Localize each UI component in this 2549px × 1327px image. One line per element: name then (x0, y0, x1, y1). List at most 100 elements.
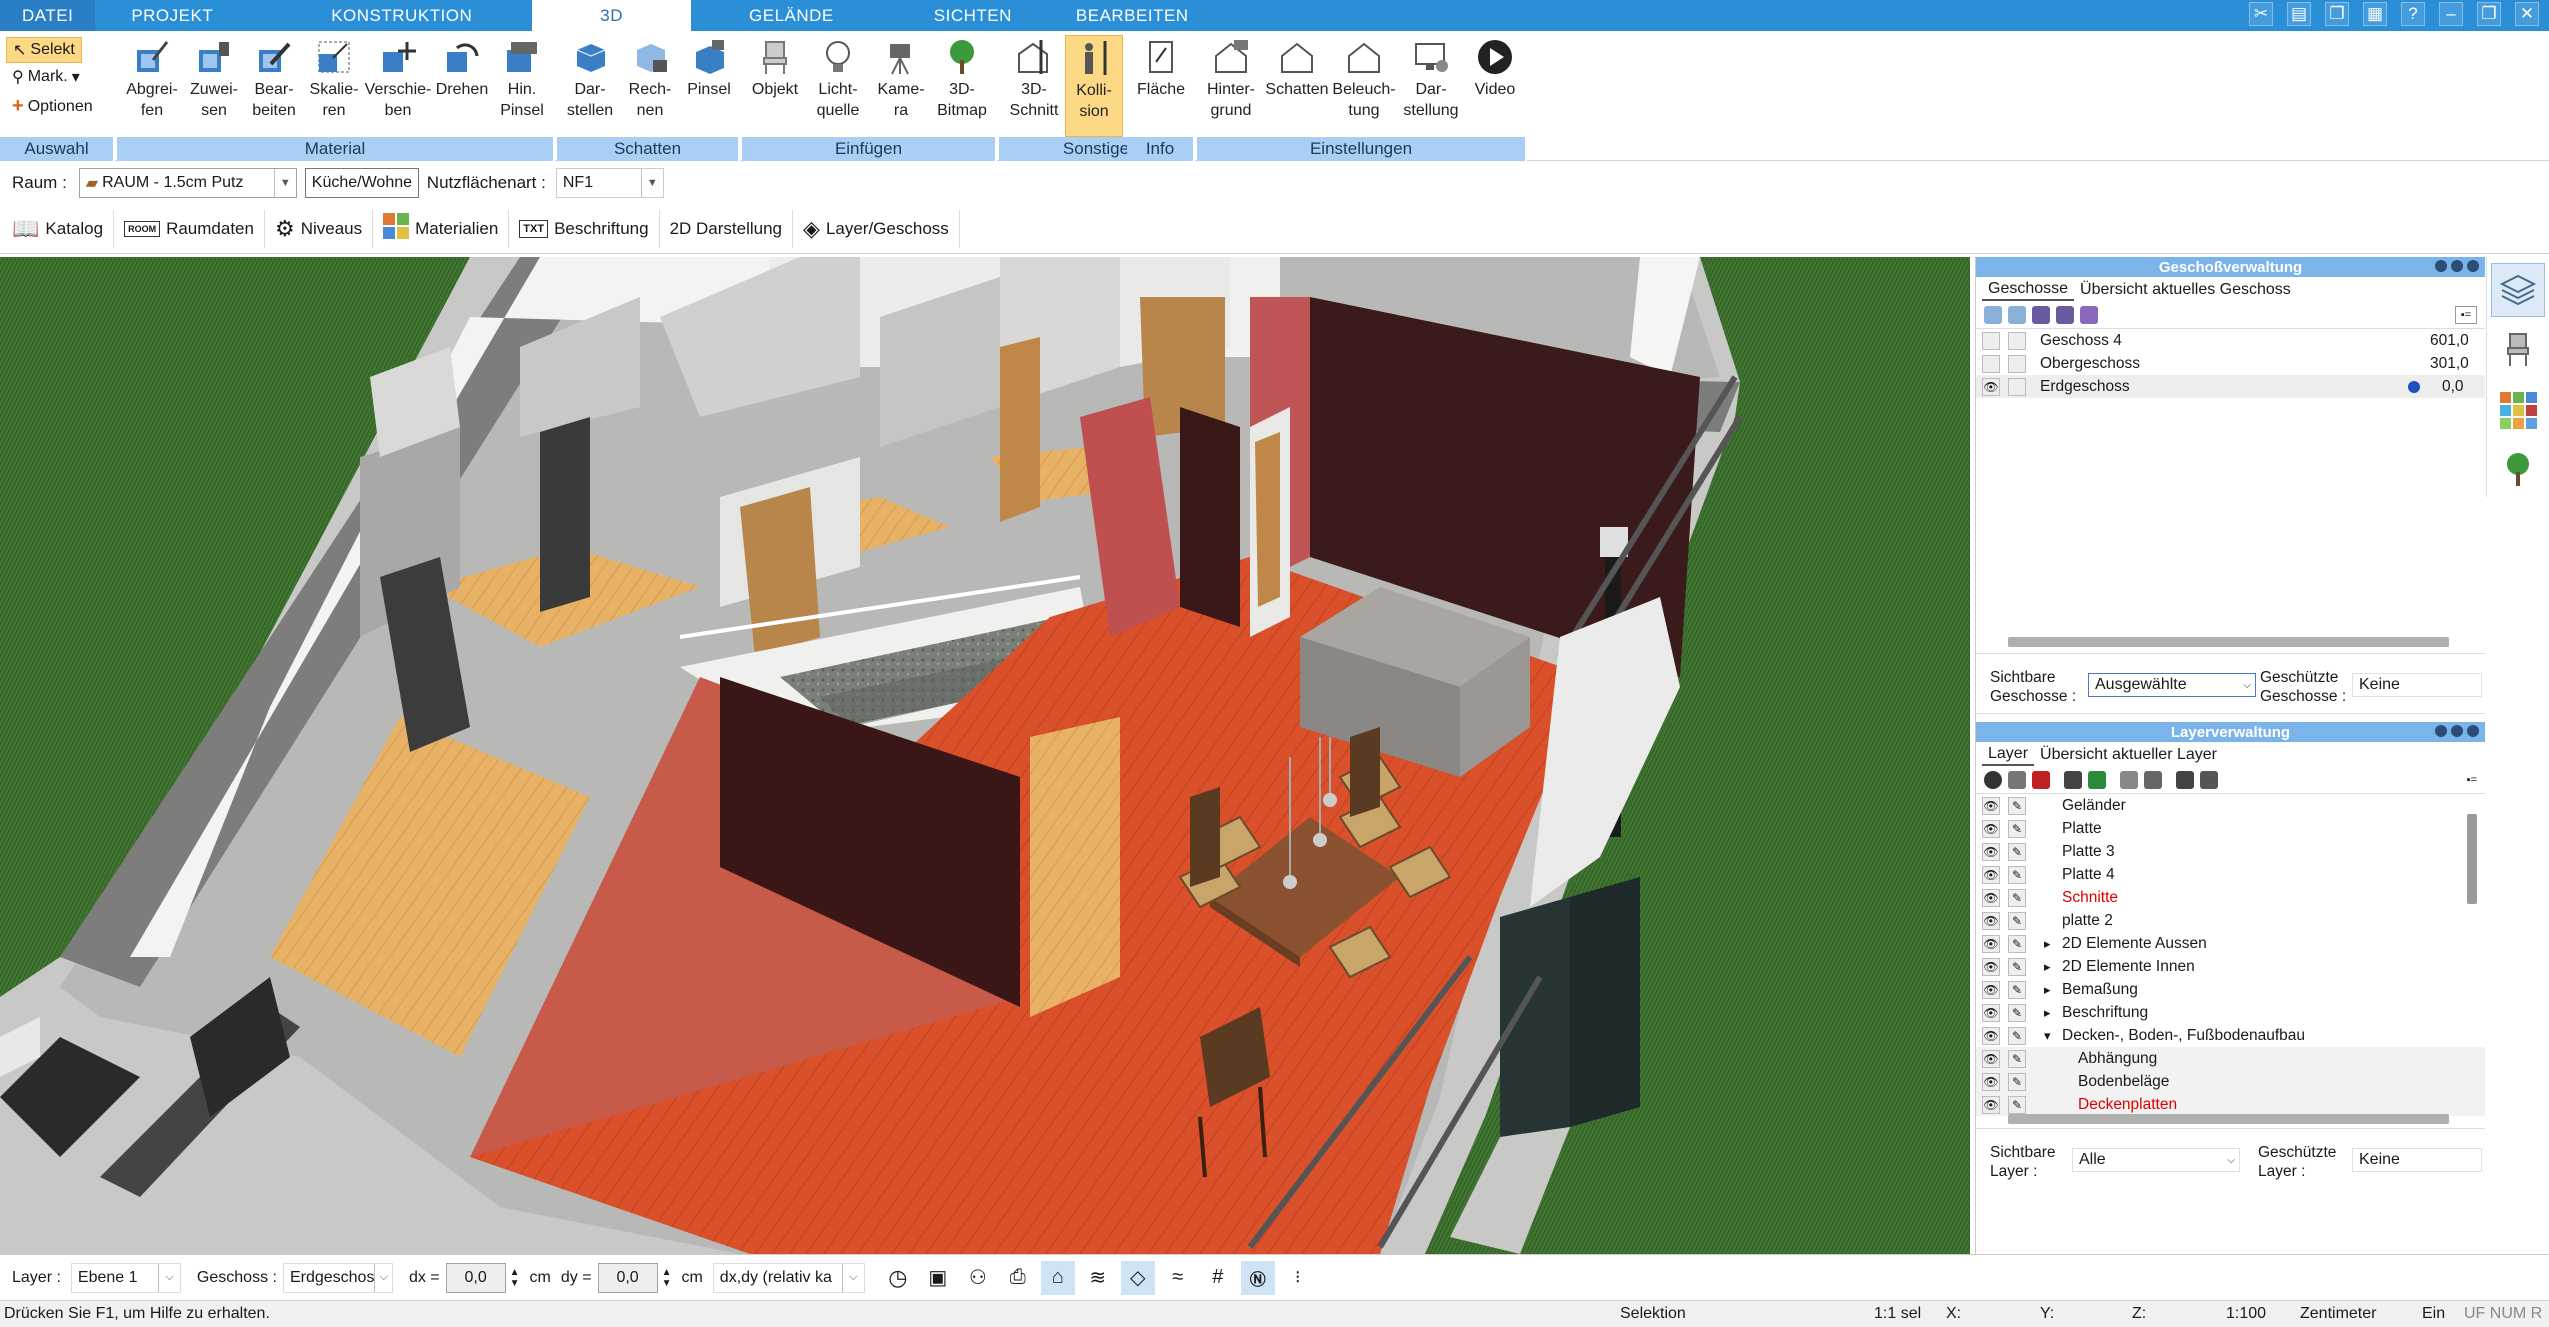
dy-input[interactable]: 0,0 (597, 1262, 658, 1293)
bitmap3d-button[interactable]: 3D- Bitmap (932, 37, 992, 121)
objekt-button[interactable]: Objekt (746, 37, 804, 100)
layer-red-icon[interactable] (2032, 770, 2050, 789)
tab-layer[interactable]: Layer (1982, 744, 2035, 766)
eye-icon[interactable]: 👁 (1982, 1072, 2000, 1091)
chair-icon[interactable] (2491, 323, 2545, 377)
walk-icon[interactable]: ⚇ (961, 1261, 995, 1295)
select-button[interactable]: ↖ Selekt (6, 37, 82, 63)
pin-icon[interactable] (2435, 260, 2447, 272)
grid-icon[interactable]: # (1201, 1261, 1235, 1295)
expand-icon[interactable]: ▸ (2044, 936, 2051, 952)
help-icon[interactable]: ? (2401, 2, 2425, 26)
menu-icon[interactable]: ▪= (2455, 305, 2477, 324)
close-icon[interactable] (2467, 725, 2479, 737)
dock-icon[interactable] (2451, 725, 2463, 737)
edit-toggle-icon[interactable]: ✎ (2008, 980, 2026, 999)
verschieben-button[interactable]: Verschie- ben (365, 37, 431, 121)
edit-toggle-icon[interactable]: ✎ (2008, 819, 2026, 838)
eye-icon[interactable]: 👁 (1982, 934, 2000, 953)
raum-select[interactable]: ▰ RAUM - 1.5cm Putz ▼ (78, 168, 297, 198)
edit-toggle-icon[interactable]: ✎ (2008, 1003, 2026, 1022)
delete-floor-icon[interactable] (2080, 305, 2098, 324)
list-item[interactable]: Geschoss 4 601,0 (1976, 329, 2485, 352)
eye-icon[interactable]: 👁 (1982, 1095, 2000, 1114)
layer-lock-icon[interactable] (2200, 770, 2218, 789)
mark-button[interactable]: ⚲ Mark. ▾ (6, 65, 86, 89)
expand-icon[interactable]: ▸ (2044, 1005, 2051, 1021)
schatten-pinsel-button[interactable]: Pinsel (681, 37, 737, 100)
room-name-input[interactable]: Küche/Wohne (304, 168, 419, 198)
close-icon[interactable] (2467, 260, 2479, 272)
floor-plate-icon[interactable]: ◇ (1120, 1260, 1155, 1295)
video-button[interactable]: Video (1465, 37, 1525, 100)
tab-3d[interactable]: 3D (532, 0, 692, 31)
tab-uebersicht-layer[interactable]: Übersicht aktueller Layer (2034, 744, 2223, 766)
edit-toggle-icon[interactable]: ✎ (2008, 865, 2026, 884)
floor-down-icon[interactable] (2056, 305, 2074, 324)
pin-icon[interactable] (2435, 725, 2447, 737)
lock-toggle[interactable] (2008, 331, 2026, 350)
expand-icon[interactable]: ▸ (2044, 982, 2051, 998)
eye-icon[interactable]: 👁 (1982, 1049, 2000, 1068)
beleuchtung-button[interactable]: Beleuch- tung (1331, 37, 1397, 121)
layer-row[interactable]: 👁 ✎ Bodenbeläge (1976, 1070, 2485, 1093)
skalieren-button[interactable]: Skalie- ren (305, 37, 363, 121)
horizontal-scrollbar[interactable] (2008, 1114, 2449, 1124)
layout-icon[interactable]: ▦ (2363, 2, 2387, 26)
north-icon[interactable]: Ⓝ (1240, 1260, 1275, 1295)
tab-konstruktion[interactable]: KONSTRUKTION (271, 0, 532, 31)
tab-uebersicht-geschoss[interactable]: Übersicht aktuelles Geschoss (2074, 279, 2297, 301)
geschuetzte-geschosse-select[interactable]: Keine (2352, 673, 2482, 697)
roof-icon[interactable]: ⌂ (1040, 1260, 1075, 1295)
tab-bearbeiten[interactable]: BEARBEITEN (1054, 0, 1211, 31)
edit-toggle-icon[interactable]: ✎ (2008, 1095, 2026, 1114)
geschuetzte-layer-select[interactable]: Keine (2352, 1148, 2482, 1172)
layer-hide-icon[interactable] (2008, 770, 2026, 789)
layer-row[interactable]: 👁 ✎ Abhängung (1976, 1047, 2485, 1070)
tab-sichten[interactable]: SICHTEN (892, 0, 1054, 31)
materials-icon[interactable] (2491, 383, 2545, 437)
eye-icon[interactable]: 👁 (1982, 980, 2000, 999)
coord-mode-select[interactable]: dx,dy (relativ ka ⌵ (712, 1262, 865, 1293)
more-icon[interactable]: ⁝ (1281, 1261, 1315, 1295)
visibility-toggle[interactable] (1982, 331, 2000, 350)
print-icon[interactable]: ⎙ (1001, 1261, 1035, 1295)
clock-icon[interactable]: ◷ (881, 1261, 915, 1295)
layer-row[interactable]: 👁 ✎ Platte 4 (1976, 863, 2485, 886)
wall-icon[interactable]: ≋ (1081, 1261, 1115, 1295)
eye-icon[interactable]: 👁 (1982, 911, 2000, 930)
layer-select[interactable]: Ebene 1 ⌵ (70, 1262, 181, 1293)
eye-icon[interactable]: 👁 (1982, 819, 2000, 838)
3d-viewport[interactable] (0, 257, 1970, 1254)
tab-projekt[interactable]: PROJEKT (95, 0, 271, 31)
materialien-button[interactable]: Materialien (373, 209, 510, 248)
rechnen-button[interactable]: Rech- nen (621, 37, 679, 121)
expand-icon[interactable]: ▾ (2044, 1028, 2051, 1044)
edit-toggle-icon[interactable]: ✎ (2008, 1072, 2026, 1091)
layer-row[interactable]: 👁 ✎ ▸ 2D Elemente Innen (1976, 955, 2485, 978)
eye-icon[interactable]: 👁 (1982, 888, 2000, 907)
hin-pinsel-button[interactable]: Hin. Pinsel (493, 37, 551, 121)
beschriftung-button[interactable]: TXT Beschriftung (509, 209, 660, 248)
texture-icon[interactable]: ≈ (1161, 1261, 1195, 1295)
clipboard-icon[interactable]: ▤ (2287, 2, 2311, 26)
layer-row[interactable]: 👁 ✎ ▸ 2D Elemente Aussen (1976, 932, 2485, 955)
list-item[interactable]: 👁 Erdgeschoss 0,0 (1976, 375, 2485, 398)
eye-icon[interactable]: 👁 (1982, 957, 2000, 976)
layer-eye-icon[interactable] (1984, 770, 2002, 789)
layer-row[interactable]: 👁 ✎ ▾ Decken-, Boden-, Fußbodenaufbau (1976, 1024, 2485, 1047)
eye-icon[interactable]: 👁 (1982, 865, 2000, 884)
lock-toggle[interactable] (2008, 354, 2026, 373)
expand-icon[interactable]: ▸ (2044, 959, 2051, 975)
niveaus-button[interactable]: ⚙ Niveaus (265, 209, 374, 248)
lock-toggle[interactable] (2008, 377, 2026, 396)
layer-row[interactable]: 👁 ✎ ▸ Beschriftung (1976, 1001, 2485, 1024)
list-item[interactable]: Obergeschoss 301,0 (1976, 352, 2485, 375)
add-floor-icon[interactable] (1984, 305, 2002, 324)
dx-spinner[interactable]: ▲ ▼ (510, 1267, 520, 1289)
darstellung2d-button[interactable]: 2D Darstellung (660, 209, 794, 248)
raumdaten-button[interactable]: ROOM Raumdaten (114, 209, 265, 248)
copy-floor-icon[interactable] (2008, 305, 2026, 324)
abgreifen-button[interactable]: Abgrei- fen (121, 37, 183, 121)
edit-toggle-icon[interactable]: ✎ (2008, 1026, 2026, 1045)
